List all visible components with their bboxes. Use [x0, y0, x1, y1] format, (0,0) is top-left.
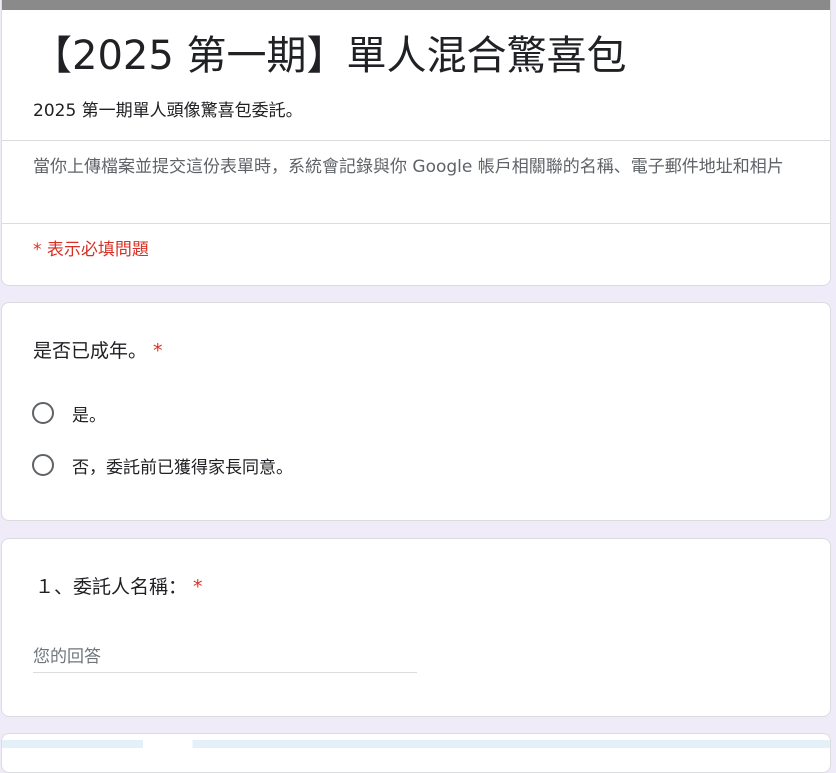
radio-option-no[interactable]: 否，委託前已獲得家長同意。	[32, 451, 293, 479]
question-title: 是否已成年。 *	[33, 337, 163, 365]
form-header-card: 【2025 第一期】單人混合驚喜包 2025 第一期單人頭像驚喜包委託。 當你上…	[1, 0, 831, 286]
question-title: １、委託人名稱： *	[35, 573, 203, 601]
form-description: 2025 第一期單人頭像驚喜包委託。	[33, 101, 303, 121]
required-asterisk: *	[153, 340, 163, 362]
header-divider	[2, 223, 830, 224]
question-title-text: 是否已成年。	[33, 340, 148, 362]
question-card-adult: 是否已成年。 * 是。 否，委託前已獲得家長同意。	[1, 302, 831, 521]
account-notice: 當你上傳檔案並提交這份表單時，系統會記錄與你 Google 帳戶相關聯的名稱、電…	[33, 157, 784, 177]
next-card-strip	[2, 740, 830, 748]
radio-button[interactable]	[32, 402, 54, 424]
question-card-client-name: １、委託人名稱： *	[1, 538, 831, 717]
next-question-card	[1, 733, 831, 773]
client-name-input[interactable]	[33, 641, 417, 673]
radio-button[interactable]	[32, 454, 54, 476]
header-divider	[2, 140, 830, 141]
header-accent-bar	[2, 0, 830, 10]
radio-option-label: 是。	[72, 405, 106, 426]
form-title: 【2025 第一期】單人混合驚喜包	[32, 33, 627, 79]
question-title-text: １、委託人名稱：	[35, 576, 188, 598]
radio-option-label: 否，委託前已獲得家長同意。	[72, 457, 293, 478]
required-note: * 表示必填問題	[33, 240, 149, 260]
required-asterisk: *	[193, 576, 203, 598]
radio-option-yes[interactable]: 是。	[32, 399, 106, 427]
